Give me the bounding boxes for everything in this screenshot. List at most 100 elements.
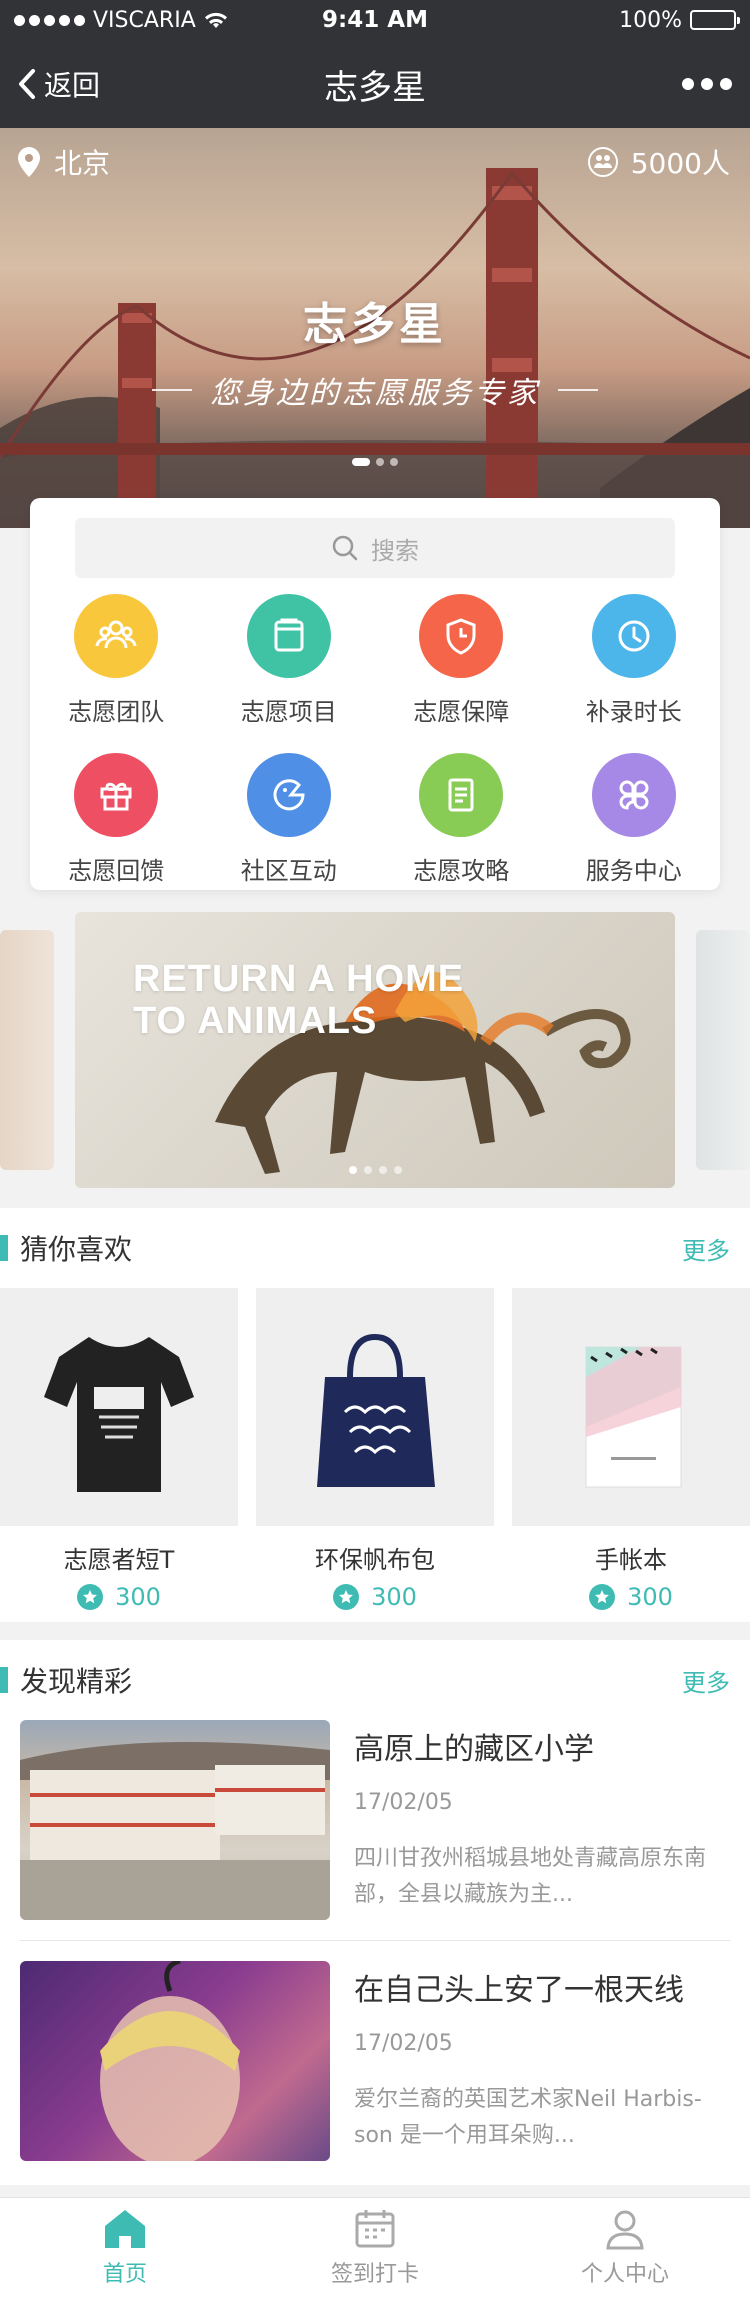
product-image [0, 1288, 238, 1526]
article-title: 高原上的藏区小学 [354, 1732, 594, 1767]
article-date: 17/02/05 [354, 1790, 453, 1815]
tab-label: 首页 [102, 2261, 147, 2287]
grid-label: 志愿项目 [240, 698, 337, 726]
discover-title: 发现精彩 [20, 1665, 133, 1698]
article-item[interactable]: 在自己头上安了一根天线 17/02/05 爱尔兰裔的英国艺术家Neil Harb… [0, 1961, 750, 2161]
function-card: 搜索 志愿团队 志愿项目 志愿保障 补录时长 志愿回馈 社区互动 志愿攻略 服务… [30, 498, 720, 890]
people-icon [587, 147, 618, 177]
product-image [256, 1288, 494, 1526]
location[interactable]: 北京 [18, 142, 110, 182]
article-body: 在自己头上安了一根天线 17/02/05 爱尔兰裔的英国艺术家Neil Harb… [354, 1961, 730, 2161]
wifi-icon [204, 12, 227, 28]
tab-label: 签到打卡 [330, 2261, 419, 2287]
grid-item-community[interactable]: 社区互动 [203, 753, 376, 886]
article-desc: 四川甘孜州稻城县地处青藏高原东南部，全县以藏族为主... [354, 1846, 707, 1907]
hero-banner[interactable]: 北京 5000人 志多星 您身边的志愿服务专家 [0, 128, 750, 528]
portrait-image [100, 1961, 240, 2161]
grid-item-service[interactable]: 服务中心 [548, 753, 721, 886]
grid-item-project[interactable]: 志愿项目 [203, 594, 376, 727]
product-card-bag[interactable]: 环保帆布包 300 [256, 1288, 494, 1611]
page-title: 志多星 [324, 67, 426, 108]
product-price: 300 [0, 1583, 238, 1611]
product-price: 300 [256, 1583, 494, 1611]
back-button[interactable]: 返回 [18, 64, 100, 104]
back-label: 返回 [44, 69, 101, 102]
product-list: 志愿者短T 300 环保帆布包 300 手帐本 300 [0, 1288, 750, 1611]
banner-pagination [75, 1166, 675, 1174]
hero-pagination [0, 458, 750, 466]
discover-more-link[interactable]: 更多 [682, 1663, 730, 1698]
tab-home[interactable]: 首页 [0, 2198, 250, 2297]
people-label: 5000人 [630, 147, 730, 180]
article-title: 在自己头上安了一根天线 [354, 1973, 684, 2008]
article-date: 17/02/05 [354, 2031, 453, 2056]
divider [20, 1940, 730, 1941]
product-price: 300 [512, 1583, 750, 1611]
grid-item-feedback[interactable]: 志愿回馈 [30, 753, 203, 886]
product-price-value: 300 [371, 1583, 417, 1611]
banner-headline: RETURN A HOME TO ANIMALS [133, 958, 464, 1042]
function-grid: 志愿团队 志愿项目 志愿保障 补录时长 志愿回馈 社区互动 志愿攻略 服务中心 [30, 594, 720, 886]
user-icon [606, 2210, 644, 2249]
article-image [20, 1961, 330, 2161]
banner-line-2: TO ANIMALS [133, 1000, 378, 1042]
gift-icon [100, 782, 132, 811]
article-desc: 爱尔兰裔的英国艺术家Neil Harbis-son 是一个用耳朵购... [354, 2087, 702, 2148]
tote-bag-image [317, 1333, 435, 1487]
promo-banner[interactable]: RETURN A HOME TO ANIMALS [75, 912, 675, 1188]
discover-header: 发现精彩 更多 [0, 1640, 750, 1720]
article-body: 高原上的藏区小学 17/02/05 四川甘孜州稻城县地处青藏高原东南部，全县以藏… [354, 1720, 730, 1920]
monkey-illustration [215, 972, 631, 1174]
grid-item-guide[interactable]: 志愿攻略 [375, 753, 548, 886]
grid-label: 志愿保障 [413, 698, 510, 726]
grid-label: 社区互动 [240, 857, 337, 885]
guide-icon [448, 778, 474, 812]
chat-icon [273, 779, 305, 811]
product-name: 志愿者短T [63, 1546, 175, 1574]
shield-icon [446, 618, 476, 655]
school-image [20, 1742, 330, 1920]
grid-label: 补录时长 [585, 698, 682, 726]
signal-icon [14, 14, 85, 26]
status-bar: VISCARIA 9:41 AM 100% [0, 0, 750, 40]
banner-prev-preview[interactable] [0, 930, 54, 1170]
grid-label: 服务中心 [585, 857, 682, 885]
points-star-icon [589, 1584, 616, 1610]
battery-icon [690, 10, 740, 30]
team-icon [95, 620, 137, 649]
hero-subtitle: 您身边的志愿服务专家 [0, 368, 750, 412]
product-price-value: 300 [115, 1583, 161, 1611]
tab-checkin[interactable]: 签到打卡 [250, 2198, 500, 2297]
tab-bar: 首页 签到打卡 个人中心 [0, 2197, 750, 2297]
grid-item-guarantee[interactable]: 志愿保障 [375, 594, 548, 727]
home-icon [105, 2209, 145, 2248]
tab-profile[interactable]: 个人中心 [500, 2198, 750, 2297]
guess-title: 猜你喜欢 [20, 1233, 133, 1266]
banner-next-preview[interactable] [696, 930, 750, 1170]
points-star-icon [333, 1584, 360, 1610]
guess-more-link[interactable]: 更多 [682, 1231, 730, 1266]
carrier-group: VISCARIA [14, 8, 228, 33]
product-price-value: 300 [627, 1583, 673, 1611]
tshirt-image [44, 1337, 194, 1492]
product-name: 手帐本 [595, 1546, 667, 1574]
product-card-notebook[interactable]: 手帐本 300 [512, 1288, 750, 1611]
guess-header: 猜你喜欢 更多 [0, 1208, 750, 1288]
more-button[interactable] [682, 78, 732, 90]
grid-item-team[interactable]: 志愿团队 [30, 594, 203, 727]
hero-subtitle-text: 您身边的志愿服务专家 [210, 376, 540, 411]
points-star-icon [77, 1584, 104, 1610]
banner-line-1: RETURN A HOME [133, 958, 465, 1000]
carrier-label: VISCARIA [93, 7, 196, 33]
product-card-tshirt[interactable]: 志愿者短T 300 [0, 1288, 238, 1611]
grid-item-hours[interactable]: 补录时长 [548, 594, 721, 727]
chevron-left-icon [19, 69, 35, 99]
battery-label: 100% [619, 7, 682, 33]
article-item[interactable]: 高原上的藏区小学 17/02/05 四川甘孜州稻城县地处青藏高原东南部，全县以藏… [0, 1720, 750, 1920]
search-input[interactable]: 搜索 [75, 518, 675, 578]
grid-label: 志愿团队 [68, 698, 165, 726]
notebook-image [585, 1346, 682, 1488]
top-bar: VISCARIA 9:41 AM 100% 返回 志多星 [0, 0, 750, 128]
service-icon [619, 780, 649, 810]
hero-title: 志多星 [303, 299, 447, 350]
